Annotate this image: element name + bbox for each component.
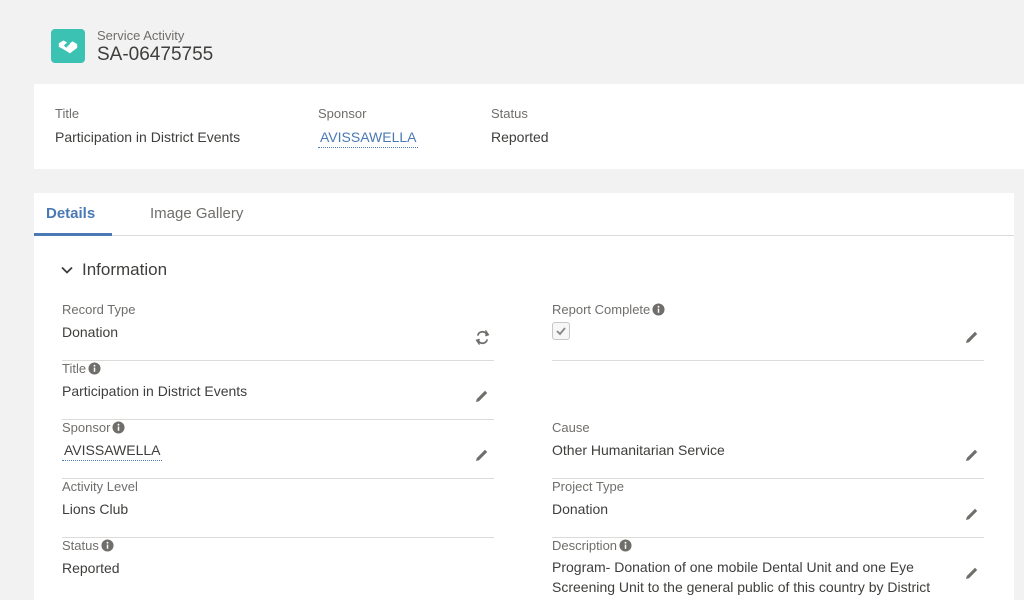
sponsor-link[interactable]: AVISSAWELLA (62, 442, 163, 461)
field-activity-level: Activity Level Lions Club (62, 479, 494, 538)
field-status: Status Reported (62, 538, 494, 597)
field-label-text: Description (552, 538, 618, 553)
field-project-type: Project Type Donation (552, 479, 984, 538)
field-value: Other Humanitarian Service (552, 442, 725, 458)
tab-image-gallery[interactable]: Image Gallery (150, 205, 243, 236)
pencil-icon[interactable] (964, 447, 980, 463)
field-description: Description Program- Donation of one mob… (552, 538, 984, 597)
field-cause: Cause Other Humanitarian Service (552, 420, 984, 479)
highlight-title: Title Participation in District Events (55, 106, 240, 147)
tab-bar: Details Image Gallery (34, 193, 1014, 236)
highlight-status-value: Reported (491, 129, 549, 145)
handshake-icon (51, 29, 85, 63)
field-value: Program- Donation of one mobile Dental U… (552, 559, 931, 595)
info-icon[interactable] (112, 421, 125, 434)
field-label-text: Sponsor (62, 420, 111, 435)
field-label: Activity Level (62, 479, 138, 494)
info-icon[interactable] (652, 303, 665, 316)
info-icon[interactable] (619, 539, 632, 552)
field-label-text: Title (62, 361, 87, 376)
section-title: Information (82, 260, 168, 279)
details-card: Details Image Gallery Information Record… (34, 193, 1014, 600)
field-report-complete: Report Complete (552, 302, 984, 361)
record-name: SA-06475755 (97, 44, 214, 65)
field-record-type: Record Type Donation (62, 302, 494, 361)
highlight-title-value: Participation in District Events (55, 129, 241, 145)
field-value: Lions Club (62, 501, 129, 517)
field-label: Title (62, 361, 101, 376)
field-value: Reported (62, 560, 120, 576)
field-label-text: Status (62, 538, 99, 553)
field-label-text: Report Complete (552, 302, 651, 317)
field-label: Cause (552, 420, 590, 435)
pencil-icon[interactable] (474, 447, 490, 463)
field-label: Description (552, 538, 632, 553)
tab-details[interactable]: Details (34, 205, 112, 236)
field-sponsor: Sponsor AVISSAWELLA (62, 420, 494, 479)
field-label: Report Complete (552, 302, 665, 317)
info-icon[interactable] (101, 539, 114, 552)
highlight-status: Status Reported (491, 106, 549, 147)
field-title: Title Participation in District Events (62, 361, 494, 420)
change-record-type-icon[interactable] (474, 329, 490, 345)
info-icon[interactable] (88, 362, 101, 375)
highlight-sponsor-link[interactable]: AVISSAWELLA (318, 129, 419, 148)
field-label: Record Type (62, 302, 136, 317)
report-complete-checkbox[interactable] (552, 322, 570, 340)
field-value: Donation (62, 324, 119, 340)
field-label: Status (62, 538, 114, 553)
field-value: Donation (552, 501, 609, 517)
pencil-icon[interactable] (474, 388, 490, 404)
pencil-icon[interactable] (964, 565, 980, 581)
highlight-sponsor: Sponsor AVISSAWELLA (318, 106, 419, 148)
pencil-icon[interactable] (964, 506, 980, 522)
chevron-down-icon[interactable] (60, 263, 74, 277)
pencil-icon[interactable] (964, 329, 980, 345)
field-label: Sponsor (62, 420, 125, 435)
section-header-information[interactable]: Information (60, 260, 167, 280)
highlights-panel: Title Participation in District Events S… (34, 84, 1024, 169)
field-value: Participation in District Events (62, 383, 248, 399)
page-header: Service Activity SA-06475755 (0, 0, 1024, 84)
highlight-title-label: Title (55, 106, 80, 121)
object-label: Service Activity (97, 28, 185, 43)
highlight-sponsor-label: Sponsor (318, 106, 367, 121)
highlight-status-label: Status (491, 106, 528, 121)
field-label: Project Type (552, 479, 625, 494)
